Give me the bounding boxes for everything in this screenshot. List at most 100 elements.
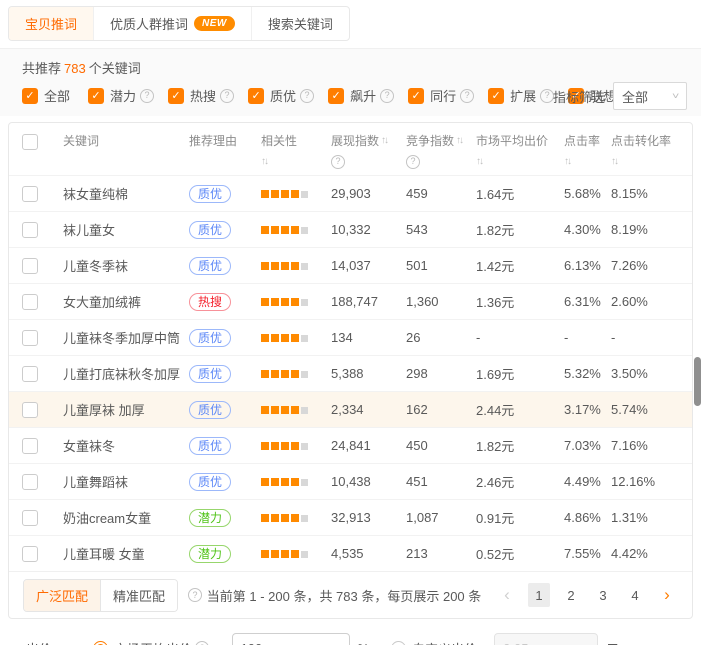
sort-icon[interactable]: ↑↓ bbox=[261, 154, 269, 170]
scrollbar-thumb[interactable] bbox=[694, 357, 701, 406]
row-checkbox[interactable] bbox=[22, 546, 38, 562]
market-price-label: 市场平均出价 bbox=[114, 639, 192, 645]
help-icon[interactable]: ? bbox=[380, 89, 394, 103]
prev-page-icon[interactable]: ‹ bbox=[496, 583, 518, 607]
tab-product-keywords[interactable]: 宝贝推词 bbox=[9, 7, 93, 40]
summary-suffix: 个关键词 bbox=[89, 61, 141, 76]
column-header-price[interactable]: 市场平均出价↑↓ bbox=[476, 133, 564, 170]
page-button-3[interactable]: 3 bbox=[592, 583, 614, 607]
checked-checkbox-icon[interactable]: ✓ bbox=[488, 88, 504, 104]
help-icon[interactable]: ? bbox=[331, 155, 345, 169]
relevance-bars bbox=[261, 474, 331, 489]
checkbox-label: 扩展 bbox=[510, 86, 536, 105]
filter-checkbox-飙升[interactable]: ✓飙升? bbox=[328, 86, 394, 105]
custom-price-radio[interactable] bbox=[391, 641, 406, 645]
help-icon[interactable]: ? bbox=[300, 89, 314, 103]
filter-checkbox-同行[interactable]: ✓ 同行? bbox=[408, 86, 474, 105]
tab-audience-keywords[interactable]: 优质人群推词 NEW bbox=[93, 7, 251, 40]
avg-price-value: - bbox=[476, 330, 564, 345]
row-checkbox[interactable] bbox=[22, 330, 38, 346]
reason-badge: 质优 bbox=[189, 329, 231, 347]
impression-value: 14,037 bbox=[331, 258, 406, 273]
reason-badge: 质优 bbox=[189, 257, 231, 275]
recommendation-summary: 共推荐783个关键词 bbox=[22, 58, 687, 77]
page-button-2[interactable]: 2 bbox=[560, 583, 582, 607]
checked-checkbox-icon[interactable]: ✓ bbox=[248, 88, 264, 104]
filter-checkbox-扩展[interactable]: ✓扩展? bbox=[488, 86, 554, 105]
percent-input[interactable] bbox=[232, 633, 350, 645]
reason-badge: 质优 bbox=[189, 365, 231, 383]
sort-icon[interactable]: ↑↓ bbox=[456, 133, 464, 149]
column-label: 相关性 bbox=[261, 133, 297, 149]
checkbox-label: 同行 bbox=[430, 86, 456, 105]
row-checkbox[interactable] bbox=[22, 258, 38, 274]
checked-checkbox-icon[interactable]: ✓ bbox=[168, 88, 184, 104]
row-checkbox[interactable] bbox=[22, 222, 38, 238]
impression-value: 32,913 bbox=[331, 510, 406, 525]
competition-value: 450 bbox=[406, 438, 476, 453]
row-checkbox[interactable] bbox=[22, 366, 38, 382]
reason-badge: 质优 bbox=[189, 473, 231, 491]
column-label: 展现指数 bbox=[331, 133, 379, 149]
sort-icon[interactable]: ↑↓ bbox=[564, 154, 572, 170]
impression-value: 2,334 bbox=[331, 402, 406, 417]
column-header-impression[interactable]: 展现指数↑↓? bbox=[331, 133, 406, 170]
column-header-competition[interactable]: 竞争指数↑↓? bbox=[406, 133, 476, 170]
help-icon[interactable]: ? bbox=[406, 155, 420, 169]
help-icon[interactable]: ? bbox=[460, 89, 474, 103]
match-mode-toggle: 广泛匹配 精准匹配 bbox=[23, 579, 178, 612]
custom-price-input[interactable] bbox=[494, 633, 598, 645]
row-checkbox[interactable] bbox=[22, 402, 38, 418]
page-button-1[interactable]: 1 bbox=[528, 583, 550, 607]
market-price-radio[interactable] bbox=[93, 641, 108, 645]
tab-label: 优质人群推词 bbox=[110, 14, 188, 33]
filter-checkbox-潜力[interactable]: ✓潜力? bbox=[88, 86, 154, 105]
row-checkbox[interactable] bbox=[22, 510, 38, 526]
relevance-bars bbox=[261, 402, 331, 417]
checked-checkbox-icon[interactable]: ✓ bbox=[88, 88, 104, 104]
help-icon[interactable]: ? bbox=[140, 89, 154, 103]
sort-icon[interactable]: ↑↓ bbox=[611, 154, 619, 170]
column-header-cvr[interactable]: 点击转化率↑↓ bbox=[611, 133, 694, 170]
tab-search-keywords[interactable]: 搜索关键词 bbox=[251, 7, 349, 40]
select-all-checkbox[interactable] bbox=[22, 134, 38, 150]
row-checkbox[interactable] bbox=[22, 186, 38, 202]
sort-icon[interactable]: ↑↓ bbox=[476, 154, 484, 170]
filter-checkbox-全部[interactable]: ✓ 全部 bbox=[22, 86, 74, 105]
checked-checkbox-icon[interactable]: ✓ bbox=[22, 88, 38, 104]
relevance-bars bbox=[261, 510, 331, 525]
cvr-value: 2.60% bbox=[611, 294, 694, 309]
chevron-down-icon: ˅ bbox=[672, 91, 679, 101]
checked-checkbox-icon[interactable]: ✓ bbox=[408, 88, 424, 104]
column-header-ctr[interactable]: 点击率↑↓ bbox=[564, 133, 611, 170]
row-checkbox[interactable] bbox=[22, 474, 38, 490]
exact-match-button[interactable]: 精准匹配 bbox=[101, 580, 177, 611]
help-icon[interactable]: ? bbox=[220, 89, 234, 103]
keyword-table-panel: 关键词推荐理由相关性↑↓展现指数↑↓?竞争指数↑↓?市场平均出价↑↓点击率↑↓点… bbox=[8, 122, 693, 619]
row-checkbox[interactable] bbox=[22, 294, 38, 310]
next-page-icon[interactable]: › bbox=[656, 583, 678, 607]
table-row: 儿童厚袜 加厚质优2,3341622.44元3.17%5.74% bbox=[9, 391, 692, 427]
filter-checkbox-质优[interactable]: ✓质优? bbox=[248, 86, 314, 105]
help-icon[interactable]: ? bbox=[188, 588, 202, 602]
sort-icon[interactable]: ↑↓ bbox=[381, 133, 389, 149]
checked-checkbox-icon[interactable]: ✓ bbox=[328, 88, 344, 104]
reason-badge: 质优 bbox=[189, 437, 231, 455]
competition-value: 501 bbox=[406, 258, 476, 273]
metric-filter-select[interactable]: 全部 ˅ bbox=[613, 82, 687, 110]
help-icon[interactable]: ? bbox=[195, 641, 209, 645]
checkbox-label: 全部 bbox=[44, 86, 70, 105]
page-numbers: 1234 bbox=[518, 583, 646, 607]
column-header-relevance[interactable]: 相关性 ↑↓ bbox=[261, 133, 331, 170]
table-row: 袜儿童女质优10,3325431.82元4.30%8.19% bbox=[9, 211, 692, 247]
filter-checkbox-热搜[interactable]: ✓热搜? bbox=[168, 86, 234, 105]
page-button-4[interactable]: 4 bbox=[624, 583, 646, 607]
column-header-keyword: 关键词 bbox=[55, 133, 189, 170]
competition-value: 213 bbox=[406, 546, 476, 561]
table-row: 女童袜冬质优24,8414501.82元7.03%7.16% bbox=[9, 427, 692, 463]
metric-filter-value: 全部 bbox=[622, 87, 648, 106]
cvr-value: 5.74% bbox=[611, 402, 694, 417]
row-checkbox[interactable] bbox=[22, 438, 38, 454]
broad-match-button[interactable]: 广泛匹配 bbox=[24, 580, 101, 611]
ctr-value: 5.32% bbox=[564, 366, 611, 381]
